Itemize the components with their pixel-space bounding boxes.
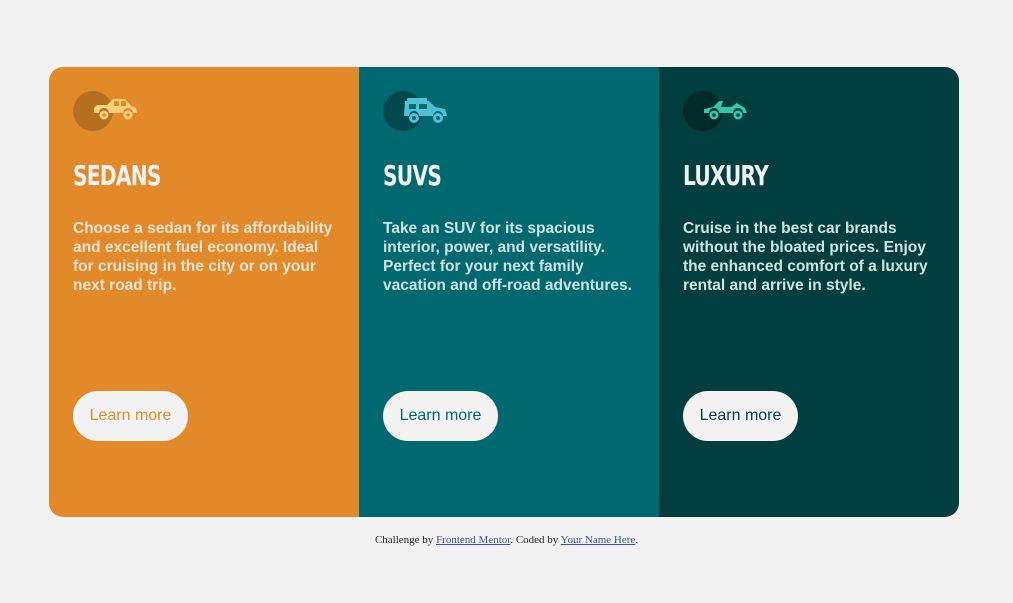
luxury-car-icon xyxy=(683,91,753,131)
card-description: Choose a sedan for its affordability and… xyxy=(73,220,333,294)
learn-more-button[interactable]: Learn more xyxy=(383,391,498,441)
attribution-prefix: Challenge by xyxy=(374,534,434,546)
learn-more-button[interactable]: Learn more xyxy=(73,391,188,441)
attribution: Challenge by Frontend Mentor. Coded by Y… xyxy=(0,534,1013,546)
card-suvs: SUVS Take an SUV for its spacious interi… xyxy=(359,67,659,517)
sedan-car-icon xyxy=(73,91,143,131)
learn-more-button[interactable]: Learn more xyxy=(683,391,798,441)
frontend-mentor-link[interactable]: Frontend Mentor xyxy=(436,534,510,546)
card-title: SEDANS xyxy=(73,159,161,192)
card-description: Cruise in the best car brands without th… xyxy=(683,220,928,294)
attribution-middle: . Coded by xyxy=(510,534,559,546)
card-luxury: LUXURY Cruise in the best car brands wit… xyxy=(659,67,959,517)
card-description: Take an SUV for its spacious interior, p… xyxy=(383,220,632,294)
suv-car-icon xyxy=(383,91,453,131)
attribution-suffix: . xyxy=(635,534,639,546)
card-sedans: SEDANS Choose a sedan for its affordabil… xyxy=(49,67,359,517)
card-title: LUXURY xyxy=(683,159,769,192)
cards-container: SEDANS Choose a sedan for its affordabil… xyxy=(49,67,959,517)
card-title: SUVS xyxy=(383,159,442,192)
author-link[interactable]: Your Name Here xyxy=(561,534,636,546)
